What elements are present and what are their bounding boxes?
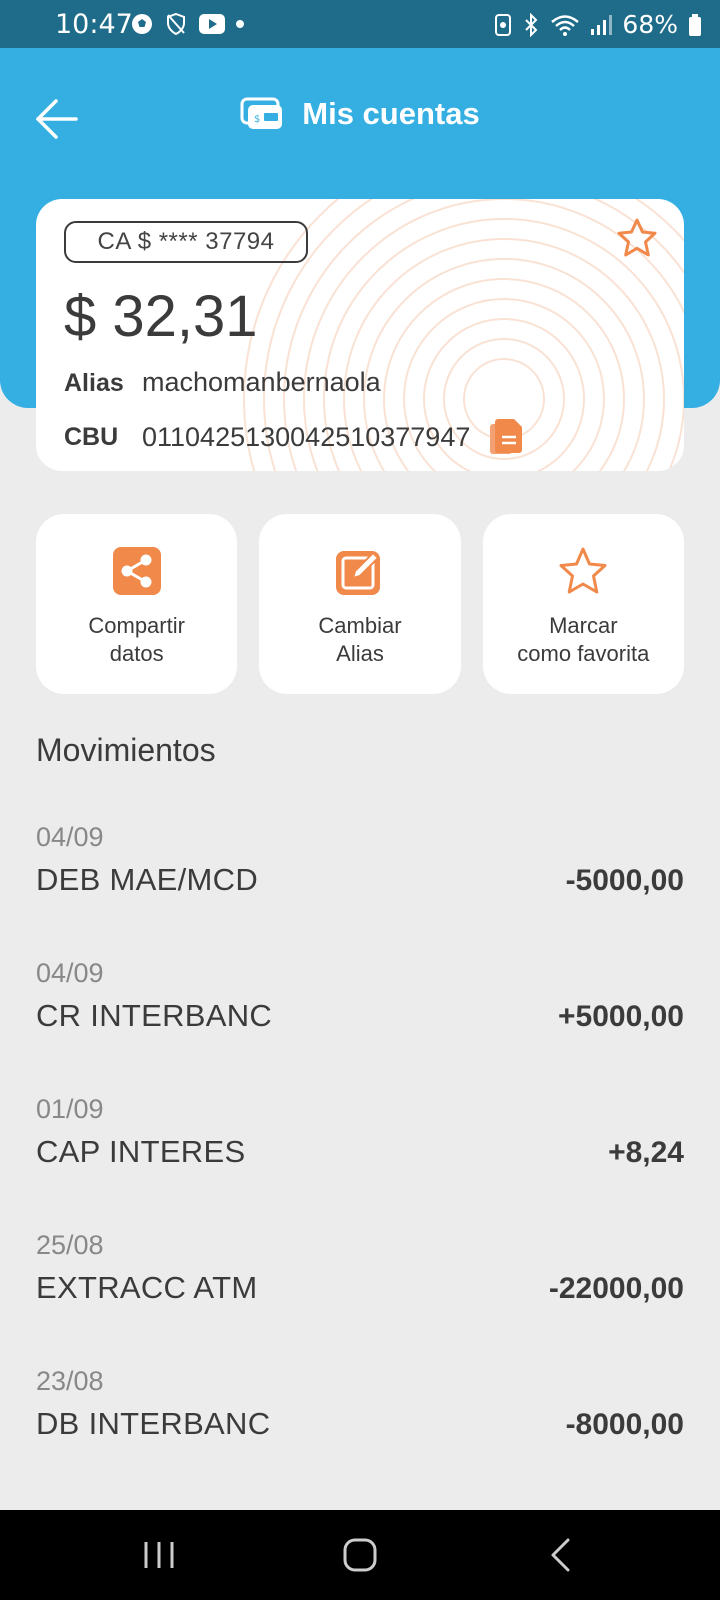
battery-icon (689, 13, 701, 36)
movement-row[interactable]: 04/09 CR INTERBANC +5000,00 (36, 958, 684, 1094)
movement-date: 23/08 (36, 1366, 104, 1396)
system-nav-bar (0, 1510, 720, 1600)
home-icon[interactable] (337, 1532, 383, 1578)
movement-row[interactable]: 23/08 DB INTERBANC -8000,00 (36, 1366, 684, 1502)
soccer-icon (132, 14, 152, 34)
movement-description: CAP INTERES (36, 1134, 246, 1169)
movement-row[interactable]: 25/08 EXTRACC ATM -22000,00 (36, 1230, 684, 1366)
movement-amount: +5000,00 (558, 1000, 684, 1033)
change-alias-button[interactable]: Cambiar Alias (259, 514, 461, 694)
recent-apps-icon[interactable] (136, 1532, 182, 1578)
battery-percent: 68% (622, 10, 678, 39)
movement-description: EXTRACC ATM (36, 1270, 258, 1305)
alias-row: Alias machomanbernaola (64, 367, 381, 398)
account-balance: $ 32,31 (64, 284, 258, 349)
quick-actions: Compartir datos Cambiar Alias Marcar com… (36, 514, 684, 694)
movement-date: 25/08 (36, 1230, 104, 1260)
change-alias-label: Cambiar Alias (318, 613, 402, 666)
status-icons-left (130, 12, 244, 36)
alias-value: machomanbernaola (142, 367, 381, 397)
share-data-label: Compartir datos (88, 613, 185, 666)
cbu-row: CBU 0110425130042510377947 (64, 417, 524, 457)
wifi-icon (551, 14, 580, 36)
movement-amount: -22000,00 (548, 1272, 684, 1305)
share-icon (112, 547, 161, 595)
copy-icon[interactable] (488, 417, 524, 457)
movement-description: DB INTERBANC (36, 1406, 271, 1441)
movements-list: 04/09 DEB MAE/MCD -5000,00 04/09 CR INTE… (36, 822, 684, 1502)
account-number-badge: CA $ **** 37794 (64, 221, 308, 263)
bluetooth-icon (525, 12, 538, 37)
youtube-icon (199, 14, 225, 34)
dot-icon (236, 20, 244, 28)
alias-label: Alias (64, 369, 124, 397)
movement-row[interactable]: 01/09 CAP INTERES +8,24 (36, 1094, 684, 1230)
cards-icon: $ (240, 97, 283, 129)
nfc-icon (495, 13, 512, 36)
movement-description: DEB MAE/MCD (36, 862, 259, 897)
movement-amount: -5000,00 (565, 864, 684, 897)
status-icons-right: 68% (494, 10, 702, 39)
movement-description: CR INTERBANC (36, 998, 273, 1033)
movement-row[interactable]: 04/09 DEB MAE/MCD -5000,00 (36, 822, 684, 958)
movements-title: Movimientos (36, 732, 216, 768)
movement-amount: -8000,00 (565, 1408, 684, 1441)
account-card[interactable]: CA $ **** 37794 $ 32,31 Alias machomanbe… (36, 199, 684, 471)
svg-text:$: $ (254, 114, 260, 125)
back-nav-icon[interactable] (538, 1532, 584, 1578)
edit-icon (335, 551, 380, 595)
movement-date: 04/09 (36, 958, 104, 988)
favorite-star-icon[interactable] (616, 217, 658, 259)
status-time: 10:47 (55, 9, 133, 40)
mark-favorite-button[interactable]: Marcar como favorita (482, 514, 684, 694)
page-title: Mis cuentas (302, 96, 480, 131)
page-title-group: $ Mis cuentas (0, 96, 720, 132)
share-data-button[interactable]: Compartir datos (36, 514, 238, 694)
mark-favorite-label: Marcar como favorita (517, 613, 650, 666)
movement-date: 04/09 (36, 822, 104, 852)
star-icon (559, 547, 607, 594)
cbu-value: 0110425130042510377947 (142, 421, 471, 452)
cbu-label: CBU (64, 422, 119, 451)
movement-amount: +8,24 (608, 1136, 684, 1169)
signal-icon (591, 14, 613, 35)
shield-icon (167, 12, 185, 36)
movement-date: 01/09 (36, 1094, 104, 1124)
status-bar: 10:47 68% (0, 0, 720, 48)
